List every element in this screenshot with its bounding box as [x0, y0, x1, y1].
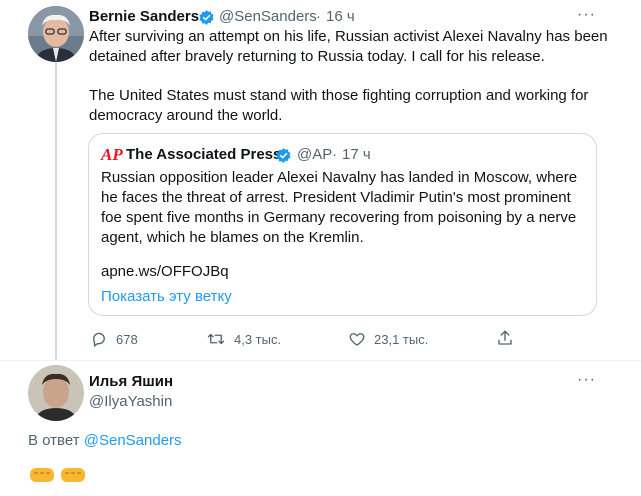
share-icon: [498, 330, 512, 345]
quoted-author-handle[interactable]: @AP: [297, 146, 332, 163]
reply-icon: [93, 332, 105, 347]
quoted-tweet[interactable]: AP The Associated Press @AP · 17 ч Russi…: [88, 133, 597, 316]
retweet-button[interactable]: 4,3 тыс.: [206, 330, 281, 348]
thread-line: [55, 62, 57, 360]
reply-count: 678: [116, 331, 138, 347]
reply-tweet[interactable]: Илья Яшин @IlyaYashin ···: [0, 361, 641, 496]
like-button[interactable]: 23,1 тыс.: [348, 330, 428, 348]
author-handle[interactable]: @SenSanders: [219, 8, 317, 25]
retweet-count: 4,3 тыс.: [234, 331, 282, 347]
author-name[interactable]: Илья Яшин: [89, 373, 173, 390]
author-handle[interactable]: @IlyaYashin: [89, 393, 172, 410]
quoted-timestamp[interactable]: 17 ч: [342, 146, 371, 163]
replying-to-label: В ответ: [28, 432, 80, 449]
verified-icon: [198, 9, 215, 26]
separator: ·: [332, 146, 337, 163]
avatar[interactable]: [28, 6, 84, 62]
show-thread-link[interactable]: Показать эту ветку: [101, 288, 232, 305]
retweet-icon: [207, 333, 225, 345]
heart-icon: [349, 333, 365, 346]
fist-emoji-icon: [30, 468, 85, 482]
replying-to: В ответ @SenSanders: [28, 432, 182, 449]
more-dots-icon[interactable]: ···: [577, 371, 596, 389]
tweet[interactable]: Bernie Sanders @SenSanders · 16 ч ··· Af…: [0, 0, 641, 360]
mention-link[interactable]: @SenSanders: [84, 432, 182, 449]
separator: ·: [316, 8, 321, 25]
quoted-link[interactable]: apne.ws/OFFOJBq: [101, 262, 229, 282]
avatar[interactable]: [28, 365, 84, 421]
quoted-tweet-text: Russian opposition leader Alexei Navalny…: [101, 169, 578, 246]
timestamp[interactable]: 16 ч: [326, 8, 355, 25]
tweet-text-paragraph-1: After surviving an attempt on his life, …: [89, 28, 608, 65]
share-button[interactable]: [496, 329, 514, 347]
ap-logo: AP: [101, 145, 123, 165]
reply-text: [28, 463, 88, 489]
more-dots-icon[interactable]: ···: [577, 6, 596, 24]
verified-icon: [275, 147, 292, 164]
quoted-author-name[interactable]: The Associated Press: [126, 146, 281, 163]
reply-button[interactable]: 678: [90, 330, 138, 348]
tweet-text-paragraph-2: The United States must stand with those …: [89, 87, 589, 124]
like-count: 23,1 тыс.: [374, 331, 429, 347]
author-name[interactable]: Bernie Sanders: [89, 8, 199, 25]
